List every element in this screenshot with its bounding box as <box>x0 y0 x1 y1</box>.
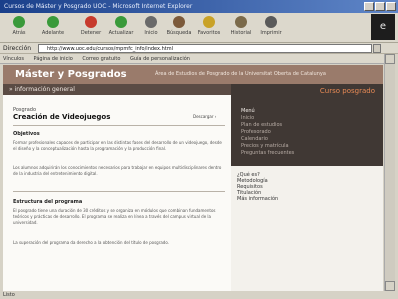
nav-current[interactable]: información general <box>15 86 75 93</box>
stop-button[interactable]: Detener <box>78 16 104 40</box>
stop-icon <box>85 16 97 28</box>
toolbar-button-label: Favoritos <box>197 30 221 36</box>
right-links: ¿Qué es? Metodología Requisitos Titulaci… <box>237 172 278 202</box>
sidebar: Curso posgrado Menú Inicio Plan de estud… <box>231 84 383 166</box>
toolbar-button-label: Imprimir <box>260 30 282 36</box>
sidebar-item[interactable]: Profesorado <box>241 129 294 136</box>
window-title: Cursos de Máster y Posgrado UOC - Micros… <box>4 3 193 10</box>
sidebar-item[interactable]: Preguntas frecuentes <box>241 150 294 157</box>
site-title: Máster y Posgrados <box>15 69 127 80</box>
address-label: Dirección <box>3 45 32 52</box>
links-item[interactable]: Página de inicio <box>34 56 73 62</box>
toolbar-button-label: Detener <box>80 30 102 36</box>
history-icon <box>235 16 247 28</box>
site-header: Máster y Posgrados Área de Estudios de P… <box>3 65 383 84</box>
address-input[interactable]: http://www.uoc.edu/cursos/mpmfc_info/ind… <box>38 44 372 53</box>
right-column: ¿Qué es? Metodología Requisitos Titulaci… <box>231 166 383 291</box>
maximize-button[interactable] <box>375 2 385 11</box>
sidebar-list: Inicio Plan de estudios Profesorado Cale… <box>241 115 294 157</box>
divider <box>13 191 225 192</box>
section-paragraph: Formar profesionales capaces de particip… <box>13 140 222 151</box>
forward-icon <box>47 16 59 28</box>
toolbar-button-label: Inicio <box>144 30 158 36</box>
divider <box>13 125 225 126</box>
section-paragraph: Los alumnos adquirirán los conocimientos… <box>13 165 222 176</box>
address-dropdown-button[interactable] <box>373 44 381 53</box>
back-button[interactable]: Atrás <box>6 16 32 40</box>
section-paragraph: El posgrado tiene una duración de 30 cré… <box>13 208 216 225</box>
search-icon <box>173 16 185 28</box>
section-heading: Objetivos <box>13 131 40 137</box>
sidebar-item[interactable]: Precios y matrícula <box>241 143 294 150</box>
download-link[interactable]: Descargar › <box>193 114 216 119</box>
course-title: Creación de Videojuegos <box>13 113 111 121</box>
section-heading: Estructura del programa <box>13 199 83 205</box>
scroll-up-button[interactable] <box>385 54 395 64</box>
vertical-scrollbar[interactable] <box>384 54 395 291</box>
close-button[interactable] <box>386 2 396 11</box>
browser-toolbar: Atrás Adelante Detener Actualizar Inicio Búsq… <box>0 13 398 43</box>
links-label: Vínculos <box>3 56 24 62</box>
window-titlebar: Cursos de Máster y Posgrado UOC - Micros… <box>0 0 398 13</box>
sidebar-item[interactable]: Inicio <box>241 115 294 122</box>
links-item[interactable]: Guía de personalización <box>130 56 190 62</box>
refresh-icon <box>115 16 127 28</box>
print-button[interactable]: Imprimir <box>258 16 284 40</box>
toolbar-button-label: Búsqueda <box>166 30 192 36</box>
back-icon <box>13 16 25 28</box>
forward-button[interactable]: Adelante <box>40 16 66 40</box>
toolbar-button-label: Actualizar <box>108 30 134 36</box>
right-link[interactable]: Más información <box>237 196 278 202</box>
sidebar-section-title: Curso posgrado <box>319 87 375 95</box>
section-paragraph: La superación del programa da derecho a … <box>13 240 169 245</box>
favorites-icon <box>203 16 215 28</box>
search-button[interactable]: Búsqueda <box>166 16 192 40</box>
site-subtitle: Área de Estudios de Posgrado de la Unive… <box>155 71 326 77</box>
sidebar-heading: Menú <box>241 108 255 114</box>
nav-bar: » información general <box>3 84 231 95</box>
scroll-down-button[interactable] <box>385 281 395 291</box>
status-text: Listo <box>3 292 15 298</box>
favorites-button[interactable]: Favoritos <box>196 16 222 40</box>
links-bar: Vínculos Página de inicio Correo gratuit… <box>0 54 385 64</box>
sidebar-item[interactable]: Calendario <box>241 136 294 143</box>
toolbar-button-label: Historial <box>230 30 252 36</box>
address-bar: Dirección http://www.uoc.edu/cursos/mpmf… <box>0 43 398 54</box>
main-content: Posgrado Creación de Videojuegos Descarg… <box>3 95 231 291</box>
home-icon <box>145 16 157 28</box>
page-viewport: Máster y Posgrados Área de Estudios de P… <box>3 65 383 291</box>
minimize-button[interactable] <box>364 2 374 11</box>
print-icon <box>265 16 277 28</box>
history-button[interactable]: Historial <box>228 16 254 40</box>
status-bar: Listo <box>0 291 398 299</box>
home-button[interactable]: Inicio <box>138 16 164 40</box>
browser-throbber-icon: e <box>371 14 395 40</box>
toolbar-button-label: Atrás <box>12 30 26 36</box>
refresh-button[interactable]: Actualizar <box>108 16 134 40</box>
links-item[interactable]: Correo gratuito <box>82 56 120 62</box>
window-controls <box>364 2 396 11</box>
sidebar-item[interactable]: Plan de estudios <box>241 122 294 129</box>
toolbar-button-label: Adelante <box>41 30 65 36</box>
